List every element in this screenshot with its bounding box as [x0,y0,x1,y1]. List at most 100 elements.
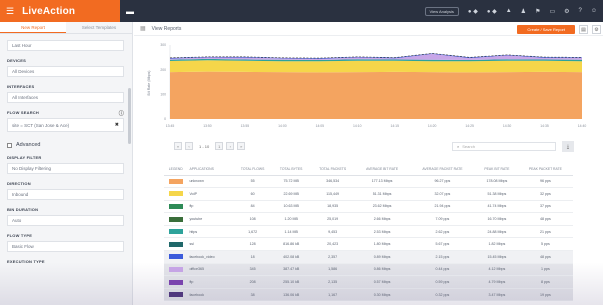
table-cell: 108 [232,212,273,226]
user-icon[interactable]: ☺ [591,8,597,14]
top-bar: ☰ LiveAction ▬ View Analysis ● ◆ ● ◆ ▲ ♟… [0,0,603,22]
table-cell: 1.82 Mbps [475,237,518,252]
gear-icon[interactable]: ⚙ [564,8,569,15]
table-cell: 23.62 Mbps [355,200,409,214]
table-cell: 84 [232,200,273,214]
table-cell: 0.44 pps [408,263,476,277]
table-header-row: LEGEND APPLICATIONS TOTAL FLOWS TOTAL BYTES… [164,163,573,176]
panel-toggle-icon[interactable]: ▬ [126,7,134,16]
layout-icon[interactable]: ▤ [579,25,588,34]
table-cell: 128 [232,237,273,252]
status-icon[interactable]: ● ◆ [468,8,478,15]
column-header[interactable]: AVERAGE PACKET RATE [408,163,476,176]
bin-duration-select[interactable]: Auto [7,215,124,226]
time-range-select[interactable]: Last Hour [7,40,124,51]
settings-icon[interactable]: ⚙ [592,25,601,34]
table-body: unknown 55 75.72 MB 346,534 177.13 Mbps 96.27… [164,175,573,302]
table-cell: 10.63 MB [272,200,311,214]
x-tick-label: 14:30 [503,124,512,128]
legend-cell [164,275,188,289]
next-page-button[interactable]: › [226,142,235,150]
last-page-button[interactable]: » [237,142,246,150]
devices-label: DEVICES [7,58,26,63]
table-cell: 1.14 MB [272,225,311,239]
warning-icon[interactable]: ▲ [506,8,512,14]
display-filter-select[interactable]: No Display Filtering [7,163,124,174]
legend-swatch [168,191,183,197]
flow-type-value: Basic Flow [12,244,34,249]
direction-select[interactable]: Inbound [7,189,124,200]
advanced-checkbox[interactable] [7,142,12,148]
table-cell: 2,357 [310,250,356,264]
flow-search-input[interactable]: site = SCT (San Jose & Ace) ✖ [7,118,124,132]
export-icon[interactable]: ⤓ [562,141,574,152]
area-series-1[interactable] [170,60,582,73]
table-cell: 1,167 [310,288,356,302]
table-row[interactable]: office365 345 387.47 kB 1,586 0.86 Mbps 0.44 … [164,263,573,277]
tab-select-templates[interactable]: Select Templates [66,22,132,33]
table-cell: 22.69 MB [272,187,311,201]
table-cell: 37 pps [517,200,573,214]
info-icon[interactable]: ⓘ [119,110,124,117]
table-search-input[interactable]: ⌕ Search [452,142,556,151]
help-icon[interactable]: ? [579,8,582,14]
table-row[interactable]: facebook 38 136.06 kB 1,167 0.30 Mbps 0.32 pp… [164,288,573,302]
column-header[interactable]: LEGEND [164,163,188,176]
advanced-toggle[interactable]: Advanced [7,142,124,148]
table-cell: 136.06 kB [272,288,311,302]
table-row[interactable]: youtube 108 1.20 MB 25,019 2.66 Mbps 7.09 pps… [164,212,573,226]
main-header: ▦ View Reports Create / Save Report ▤ ⚙ [134,22,603,36]
bin-duration-value: Auto [12,218,22,223]
tab-new-report[interactable]: New Report [0,22,66,33]
view-analysis-button[interactable]: View Analysis [424,6,459,16]
y-tick-label: 200 [160,68,166,72]
pagination-info: 1 - 10 [199,143,210,149]
column-header[interactable]: PEAK BIT RATE [475,163,518,176]
table-row[interactable]: https 1,672 1.14 MB 9,453 2.53 Mbps 2.62 pps 2… [164,225,573,239]
flow-type-select[interactable]: Basic Flow [7,241,124,252]
x-tick-label: 14:05 [316,124,325,128]
table-cell: 2.15 pps [408,250,476,264]
legend-cell [164,250,188,264]
table-row[interactable]: facebook_video 18 402.08 kB 2,357 0.89 Mbps 2… [164,250,573,264]
flag-icon[interactable]: ⚑ [535,8,540,15]
table-row[interactable]: ftp 208 255.10 kB 2,135 0.57 Mbps 0.59 pps 4.7… [164,275,573,289]
legend-swatch [168,292,183,298]
prev-page-button[interactable]: ‹ [185,142,193,150]
first-page-button[interactable]: « [174,142,182,150]
alarm-icon[interactable]: ● ◆ [487,8,497,15]
table-row[interactable]: unknown 55 75.72 MB 346,534 177.13 Mbps 96.27… [164,175,573,189]
advanced-label: Advanced [16,142,41,148]
table-row[interactable]: ssl 128 816.86 kB 20,423 1.80 Mbps 5.67 pps 1.… [164,237,573,252]
table-cell: 4.12 Mbps [475,263,518,277]
column-header[interactable]: TOTAL FLOWS [232,163,273,176]
hamburger-menu-icon[interactable]: ☰ [6,6,14,17]
close-icon[interactable]: ✖ [115,122,119,128]
save-report-button[interactable]: Create / Save Report [517,25,575,34]
column-header[interactable]: APPLICATIONS [187,163,233,176]
table-row[interactable]: VoIP 60 22.69 MB 115,449 51.31 Mbps 32.07 pps… [164,187,573,201]
table-cell: 3.47 Mbps [475,288,518,302]
display-filter-label: DISPLAY FILTER [7,155,42,160]
interfaces-value: All Interfaces [12,95,39,100]
column-header[interactable]: AVERAGE BIT RATE [355,163,409,176]
users-icon[interactable]: ♟ [521,8,526,15]
column-header[interactable]: TOTAL PACKETS [310,163,356,176]
application-name: youtube [187,212,233,226]
table-cell: 48 pps [517,212,573,226]
bin-duration-label: BIN DURATION [7,207,39,212]
table-cell: 19 pps [517,288,573,302]
table-row[interactable]: ftp 84 10.63 MB 18,935 23.62 Mbps 21.94 pps 41… [164,200,573,214]
monitor-icon[interactable]: ▭ [549,8,555,15]
interfaces-select[interactable]: All Interfaces [7,92,124,103]
x-tick-label: 14:40 [578,124,587,128]
grid-icon[interactable]: ▦ [140,25,146,32]
page-number[interactable]: 1 [215,142,224,150]
y-tick-label: 0 [164,117,166,121]
devices-select[interactable]: All Devices [7,66,124,77]
sidebar-scrollbar[interactable] [128,88,131,144]
app-logo[interactable]: LiveAction [22,6,75,17]
column-header[interactable]: TOTAL BYTES [272,163,311,176]
area-series-0[interactable] [170,71,582,119]
column-header[interactable]: PEAK PACKET RATE [517,163,573,176]
